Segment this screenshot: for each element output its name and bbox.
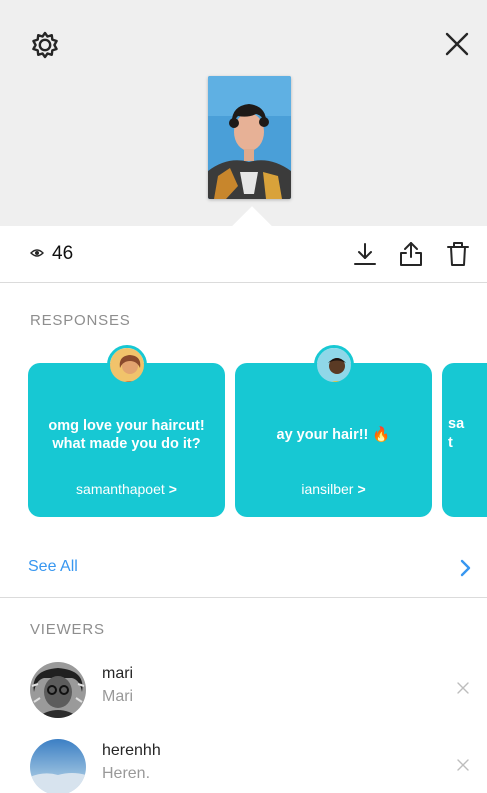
avatar[interactable] [30, 662, 86, 718]
story-thumbnail[interactable] [208, 76, 291, 199]
viewer-row[interactable]: herenhh Heren. [0, 732, 487, 793]
share-icon[interactable] [398, 240, 424, 268]
chevron-right-icon: > [357, 481, 366, 497]
close-icon[interactable] [457, 682, 469, 694]
viewer-full-name: Heren. [102, 765, 151, 782]
avatar [107, 345, 147, 385]
response-username: samanthapoet [76, 481, 165, 497]
response-card[interactable]: ay your hair!! 🔥 iansilber > [235, 345, 432, 517]
avatar [314, 345, 354, 385]
viewer-username[interactable]: herenhh [102, 742, 161, 760]
viewer-username[interactable]: mari [102, 665, 133, 683]
chevron-right-icon[interactable] [458, 559, 472, 577]
response-text: ay your hair!! 🔥 [276, 427, 391, 443]
story-preview-panel [0, 0, 487, 246]
viewers-section-label: VIEWERS [30, 621, 105, 638]
view-count: 46 [52, 243, 74, 264]
response-text: omg love your haircut! what made you do … [48, 418, 205, 452]
responses-carousel[interactable]: omg love your haircut! what made you do … [0, 345, 487, 520]
responses-section-label: RESPONSES [30, 312, 131, 329]
chevron-right-icon: > [168, 481, 177, 497]
gear-icon[interactable] [30, 30, 60, 60]
download-icon[interactable] [352, 240, 378, 268]
viewer-row[interactable]: mari Mari [0, 655, 487, 721]
story-stats-row: 46 [0, 226, 487, 283]
response-author[interactable]: iansilber > [235, 481, 432, 497]
response-card[interactable]: omg love your haircut! what made you do … [28, 345, 225, 517]
response-text: sa t s [448, 416, 487, 451]
close-icon[interactable] [457, 759, 469, 771]
see-all-row[interactable]: See All [0, 540, 487, 598]
trash-icon[interactable] [445, 240, 471, 268]
viewer-full-name: Mari [102, 688, 134, 705]
close-icon[interactable] [443, 30, 471, 58]
avatar[interactable] [30, 739, 86, 793]
see-all-link[interactable]: See All [28, 558, 78, 576]
response-author[interactable]: samanthapoet > [28, 481, 225, 497]
response-card[interactable]: sa t s [442, 363, 487, 517]
eye-icon [30, 249, 44, 257]
response-username: iansilber [301, 481, 354, 497]
